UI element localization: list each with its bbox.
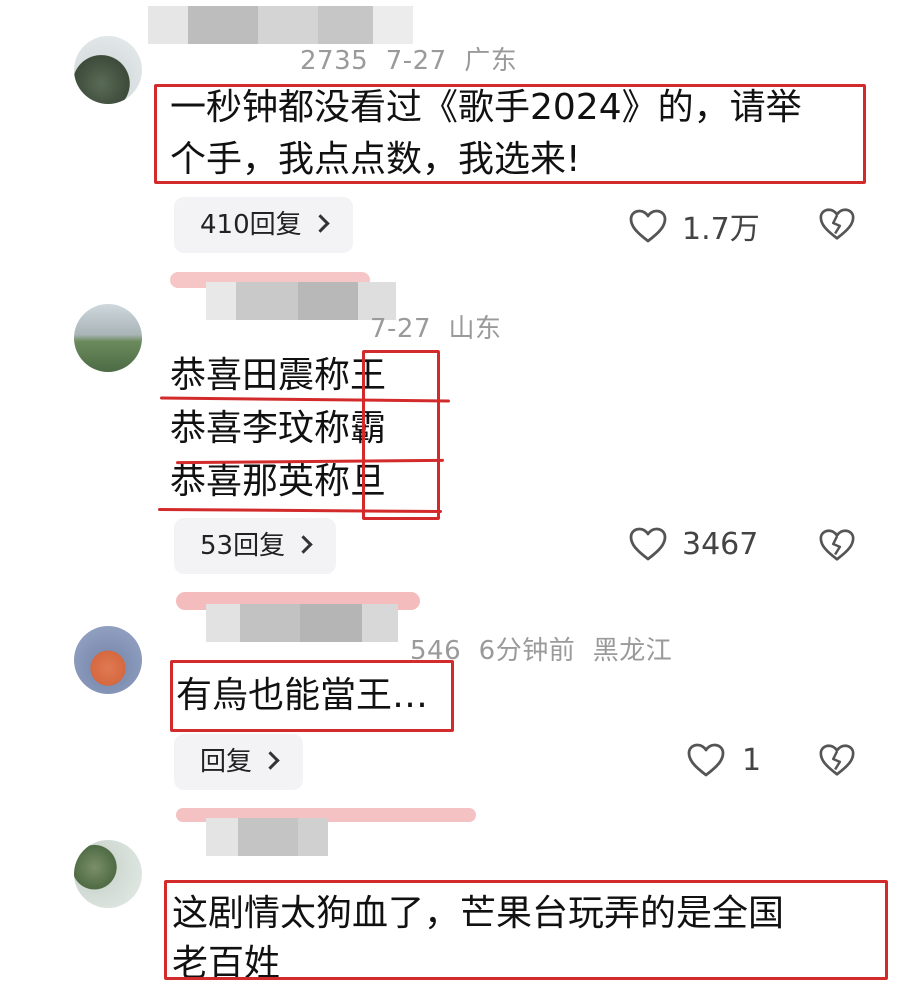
reply-label: 53回复 [200, 531, 286, 561]
chevron-right-icon [310, 214, 330, 233]
highlight-box [170, 660, 454, 732]
highlight-box [154, 84, 866, 184]
heart-icon [687, 743, 725, 777]
avatar[interactable] [74, 304, 142, 372]
reply-label: 410回复 [200, 210, 302, 240]
broken-heart-icon[interactable] [818, 742, 856, 778]
username-mosaic [206, 818, 328, 856]
comment-text-line: 恭喜李玟称霸 [170, 408, 387, 449]
avatar[interactable] [74, 840, 142, 908]
reply-button[interactable]: 410回复 [174, 197, 353, 253]
broken-heart-icon[interactable] [818, 206, 856, 242]
highlight-box [164, 880, 888, 980]
avatar[interactable] [74, 626, 142, 694]
username-mosaic [206, 604, 398, 642]
like-button[interactable]: 1.7万 [628, 204, 760, 248]
like-count: 3467 [682, 526, 759, 562]
avatar[interactable] [74, 36, 142, 104]
comment-meta: 2735 7-27 广东 [300, 46, 518, 76]
username-mosaic [148, 6, 413, 44]
username-mosaic [206, 282, 396, 320]
comment-meta: 7-27 山东 [370, 314, 502, 344]
reply-button[interactable]: 回复 [174, 734, 304, 790]
like-button[interactable]: 3467 [628, 526, 758, 562]
like-count: 1 [742, 742, 762, 778]
broken-heart-icon[interactable] [818, 527, 856, 563]
chevron-right-icon [294, 535, 313, 554]
heart-icon [629, 527, 667, 561]
reply-label: 回复 [200, 747, 253, 777]
comment-text-line: 恭喜田震称王 [170, 355, 387, 396]
chevron-right-icon [261, 751, 280, 770]
reply-button[interactable]: 53回复 [174, 518, 337, 574]
highlight-box [362, 350, 440, 520]
like-count: 1.7万 [682, 212, 760, 247]
heart-icon [629, 209, 667, 243]
like-button[interactable]: 1 [686, 742, 761, 778]
